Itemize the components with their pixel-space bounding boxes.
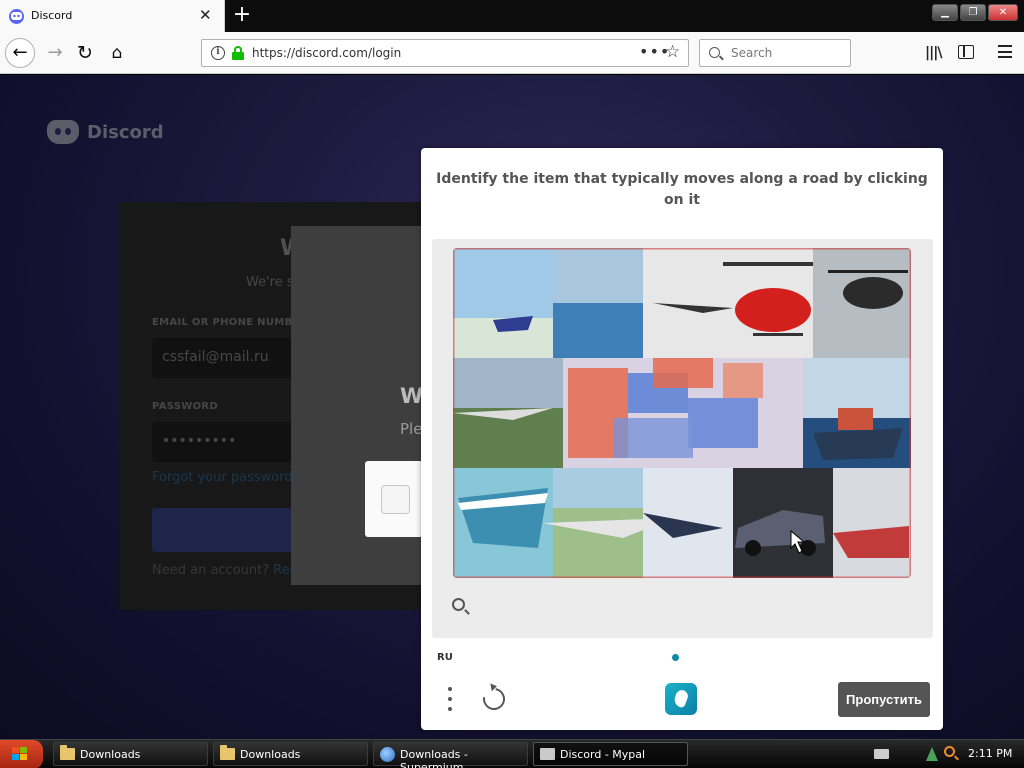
window-controls: ▁ ❐ ✕ [932, 4, 1018, 21]
close-window-button[interactable]: ✕ [988, 4, 1018, 21]
captcha-image-area [432, 239, 933, 638]
new-tab-button[interactable]: + [232, 4, 252, 28]
hamburger-menu-icon[interactable] [998, 45, 1012, 58]
taskbar: Downloads Downloads Downloads - Supermiu… [0, 739, 1024, 768]
captcha-refresh-icon[interactable] [478, 683, 510, 715]
taskbar-item-label: Downloads [80, 748, 141, 761]
forward-button[interactable]: → [40, 39, 70, 67]
captcha-checkbox-widget [365, 461, 423, 537]
taskbar-item-label: Discord - Mypal [560, 748, 646, 761]
tab-strip: Discord ✕ + ▁ ❐ ✕ [0, 0, 1024, 32]
search-icon [709, 47, 720, 58]
skip-button[interactable]: Пропустить [838, 682, 930, 717]
taskbar-item-supermium[interactable]: Downloads - Supermium [373, 742, 528, 768]
home-button[interactable]: ⌂ [102, 39, 132, 67]
search-placeholder: Search [731, 46, 773, 60]
zoom-icon[interactable] [452, 598, 465, 611]
tray-search-icon[interactable] [944, 746, 955, 757]
restore-button[interactable]: ❐ [960, 4, 986, 21]
taskbar-item-label: Downloads [240, 748, 301, 761]
keyboard-icon[interactable] [874, 749, 889, 759]
captcha-prompt: Identify the item that typically moves a… [436, 171, 928, 208]
folder-icon [220, 745, 235, 760]
discord-favicon-icon [9, 9, 24, 24]
captcha-image[interactable] [453, 248, 911, 578]
screen: Discord ✕ + ▁ ❐ ✕ ← → ↻ ⌂ i https://disc… [0, 0, 1024, 768]
windows-flag-icon [12, 747, 28, 761]
captcha-menu-icon[interactable] [448, 687, 452, 711]
reload-button[interactable]: ↻ [70, 39, 100, 67]
minimize-button[interactable]: ▁ [932, 4, 958, 21]
back-button[interactable]: ← [5, 38, 35, 68]
lock-icon [232, 46, 244, 60]
modal-subtitle: Ple [400, 420, 423, 438]
nav-toolbar: ← → ↻ ⌂ i https://discord.com/login ••• … [0, 32, 1024, 74]
library-icon[interactable]: |||\ [925, 45, 942, 61]
captcha-checkbox[interactable] [381, 485, 410, 514]
sidebar-icon[interactable] [958, 45, 974, 59]
folder-icon [60, 745, 75, 760]
hcaptcha-logo-icon [665, 683, 697, 715]
captcha-challenge: Identify the item that typically moves a… [421, 148, 943, 730]
url-text[interactable]: https://discord.com/login [252, 46, 401, 60]
site-info-icon[interactable]: i [211, 46, 225, 60]
taskbar-item-label: Downloads - Supermium [400, 748, 468, 768]
bookmark-star-icon[interactable]: ☆ [665, 42, 680, 62]
taskbar-item-mypal[interactable]: Discord - Mypal [533, 742, 688, 766]
tab-title: Discord [31, 9, 73, 22]
start-button[interactable] [0, 740, 43, 768]
language-selector[interactable]: RU [437, 652, 453, 663]
page-indicator-dot [672, 654, 679, 661]
search-input[interactable]: Search [699, 39, 851, 67]
taskbar-item-downloads-2[interactable]: Downloads [213, 742, 368, 766]
clock[interactable]: 2:11 PM [968, 747, 1012, 760]
browser-icon [380, 747, 395, 762]
captcha-collage [453, 248, 911, 578]
address-bar[interactable]: i https://discord.com/login ••• ☆ [201, 39, 689, 67]
tab-close-icon[interactable]: ✕ [199, 7, 212, 23]
taskbar-item-downloads-1[interactable]: Downloads [53, 742, 208, 766]
modal-title: W [400, 384, 424, 408]
mypal-icon [540, 748, 555, 760]
tab-discord[interactable]: Discord ✕ [0, 0, 225, 32]
network-icon[interactable] [926, 747, 938, 761]
